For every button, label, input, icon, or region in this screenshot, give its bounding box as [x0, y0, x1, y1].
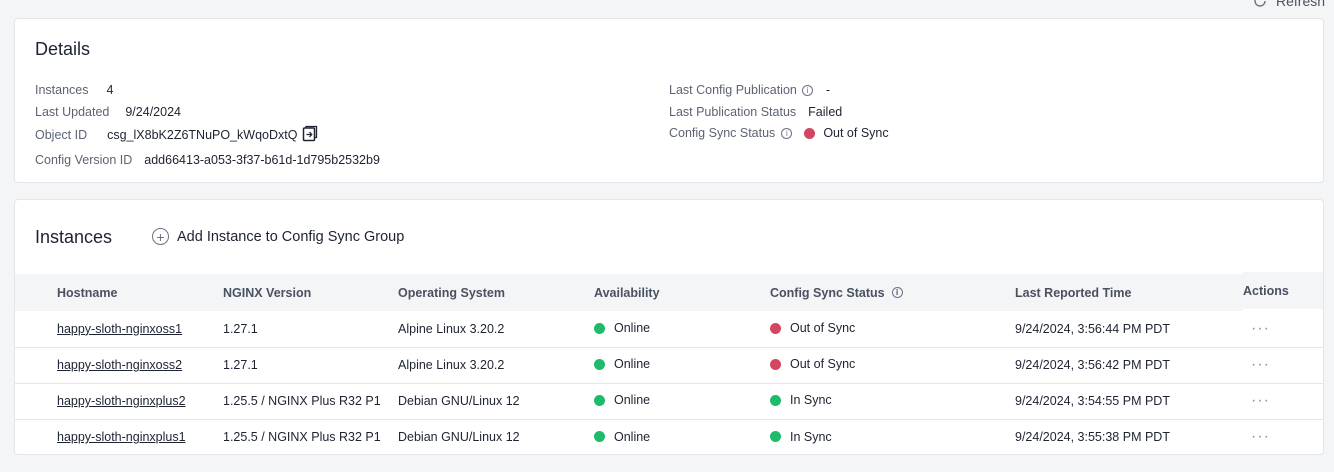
refresh-icon: [1252, 0, 1268, 9]
sync-status-text: In Sync: [790, 429, 832, 444]
table-row: happy-sloth-nginxplus2 1.25.5 / NGINX Pl…: [15, 383, 1323, 420]
nginx-version-cell: 1.27.1: [223, 347, 398, 384]
instances-count-label: Instances: [35, 83, 89, 97]
object-id-row: Object ID csg_lX8bK2Z6TNuPO_kWqoDxtQ: [35, 125, 318, 145]
column-header-availability[interactable]: Availability: [594, 274, 770, 311]
more-actions-icon[interactable]: ···: [1243, 320, 1270, 337]
last-config-pub-value: -: [825, 83, 831, 97]
config-version-value: add66413-a053-3f37-b61d-1d795b2532b9: [144, 153, 380, 167]
column-header-hostname[interactable]: Hostname: [15, 274, 223, 311]
online-dot-icon: [594, 394, 605, 406]
out-of-sync-dot-icon: [770, 358, 781, 370]
config-sync-label: Config Sync Status: [669, 126, 776, 140]
hostname-link[interactable]: happy-sloth-nginxplus1: [57, 430, 186, 444]
refresh-button[interactable]: Refresh: [1252, 0, 1325, 9]
sync-status-text: Out of Sync: [790, 357, 856, 372]
refresh-label: Refresh: [1276, 0, 1326, 9]
status-dot-red-icon: [804, 127, 816, 139]
last-pub-status-value: Failed: [808, 105, 843, 119]
os-cell: Debian GNU/Linux 12: [398, 430, 520, 445]
object-id-value: csg_lX8bK2Z6TNuPO_kWqoDxtQ: [107, 128, 298, 142]
last-reported-cell: 9/24/2024, 3:55:38 PM PDT: [1015, 430, 1170, 445]
last-updated-row: Last Updated 9/24/2024: [35, 105, 181, 119]
availability-text: Online: [614, 429, 651, 444]
info-icon[interactable]: i: [801, 84, 813, 96]
details-title: Details: [35, 39, 91, 59]
more-actions-icon[interactable]: ···: [1243, 392, 1270, 409]
instances-count-row: Instances 4: [35, 83, 113, 97]
in-sync-dot-icon: [770, 431, 781, 442]
online-dot-icon: [594, 322, 605, 334]
instances-title: Instances: [35, 227, 113, 247]
instances-card: Instances + Add Instance to Config Sync …: [14, 199, 1324, 455]
last-config-pub-label: Last Config Publication: [669, 83, 797, 97]
online-dot-icon: [594, 358, 605, 370]
last-reported-cell: 9/24/2024, 3:56:42 PM PDT: [1015, 347, 1243, 384]
config-version-row: Config Version ID add66413-a053-3f37-b61…: [35, 153, 380, 167]
availability-text: Online: [614, 321, 651, 335]
instances-table: Hostname NGINX Version Operating System …: [15, 274, 1323, 454]
config-version-label: Config Version ID: [35, 153, 133, 167]
last-updated-value: 9/24/2024: [125, 105, 181, 119]
config-sync-header-label: Config Sync Status: [770, 285, 885, 300]
os-cell: Alpine Linux 3.20.2: [398, 347, 594, 384]
nginx-version-cell: 1.27.1: [223, 311, 398, 348]
table-row: happy-sloth-nginxplus1 1.25.5 / NGINX Pl…: [15, 419, 1323, 454]
more-actions-icon[interactable]: ···: [1243, 428, 1270, 445]
last-pub-status-label: Last Publication Status: [669, 105, 797, 119]
add-instance-label: Add Instance to Config Sync Group: [177, 228, 405, 245]
out-of-sync-dot-icon: [770, 322, 781, 334]
instances-count-value: 4: [106, 83, 114, 97]
sync-status-text: In Sync: [790, 393, 832, 408]
table-header-row: Hostname NGINX Version Operating System …: [15, 274, 1323, 311]
availability-text: Online: [614, 357, 651, 372]
sync-status-text: Out of Sync: [790, 321, 856, 335]
availability-text: Online: [614, 393, 651, 408]
config-sync-row: Config Sync Status i Out of Sync: [669, 126, 889, 140]
info-icon[interactable]: i: [781, 127, 793, 139]
hostname-link[interactable]: happy-sloth-nginxplus2: [57, 394, 186, 408]
last-reported-cell: 9/24/2024, 3:54:55 PM PDT: [1015, 383, 1243, 420]
more-actions-icon[interactable]: ···: [1243, 356, 1270, 373]
details-card: Details Instances 4 Last Updated 9/24/20…: [14, 18, 1324, 183]
table-row: happy-sloth-nginxoss2 1.27.1 Alpine Linu…: [15, 347, 1323, 384]
copy-icon[interactable]: [302, 125, 318, 145]
column-header-nginx-version[interactable]: NGINX Version: [223, 274, 398, 311]
in-sync-dot-icon: [770, 394, 781, 406]
hostname-link[interactable]: happy-sloth-nginxoss1: [57, 322, 182, 336]
column-header-actions: Actions: [1243, 283, 1289, 298]
nginx-version-cell: 1.25.5 / NGINX Plus R32 P1: [223, 383, 398, 420]
nginx-version-cell: 1.25.5 / NGINX Plus R32 P1: [223, 430, 381, 445]
config-sync-value: Out of Sync: [823, 126, 889, 140]
last-pub-status-row: Last Publication Status Failed: [669, 105, 842, 119]
table-row: happy-sloth-nginxoss1 1.27.1 Alpine Linu…: [15, 311, 1323, 348]
os-cell: Alpine Linux 3.20.2: [398, 311, 594, 348]
last-config-pub-row: Last Config Publication i -: [669, 83, 830, 97]
column-header-config-sync[interactable]: Config Sync Status i: [770, 274, 1015, 311]
add-instance-button[interactable]: + Add Instance to Config Sync Group: [152, 228, 404, 245]
os-cell: Debian GNU/Linux 12: [398, 383, 594, 420]
object-id-label: Object ID: [35, 128, 88, 142]
info-icon[interactable]: i: [891, 287, 903, 298]
online-dot-icon: [594, 431, 605, 442]
last-reported-cell: 9/24/2024, 3:56:44 PM PDT: [1015, 311, 1243, 348]
plus-circle-icon: +: [152, 228, 169, 245]
last-updated-label: Last Updated: [35, 105, 110, 119]
hostname-link[interactable]: happy-sloth-nginxoss2: [57, 358, 182, 372]
column-header-last-reported[interactable]: Last Reported Time: [1015, 274, 1243, 311]
column-header-os[interactable]: Operating System: [398, 274, 594, 311]
